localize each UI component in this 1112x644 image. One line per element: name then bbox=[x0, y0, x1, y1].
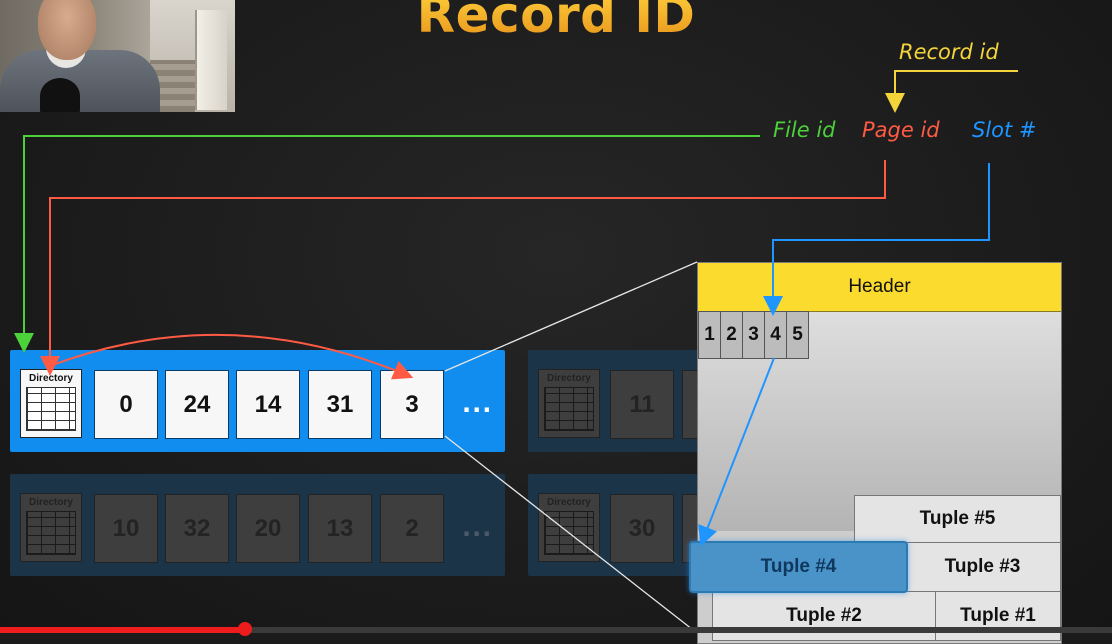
video-progress-bar[interactable] bbox=[0, 622, 1112, 636]
directory-row-active: Directory 0 24 14 31 3 ... bbox=[10, 350, 505, 452]
directory-grid bbox=[544, 511, 594, 555]
directory-icon[interactable]: Directory bbox=[20, 493, 82, 562]
more-pages-ellipsis: ... bbox=[462, 514, 493, 542]
page-cell-selected[interactable]: 3 bbox=[380, 370, 444, 439]
directory-row-dim: Directory 10 32 20 13 2 ... bbox=[10, 474, 505, 576]
page-header: Header bbox=[698, 263, 1061, 312]
directory-label: Directory bbox=[547, 373, 591, 384]
page-cell[interactable]: 11 bbox=[610, 370, 674, 439]
video-progress-fill bbox=[0, 627, 245, 633]
page-cell[interactable]: 10 bbox=[94, 494, 158, 563]
slide: Record ID Record id File id Page id Slot… bbox=[0, 0, 1112, 644]
slot-cell[interactable]: 2 bbox=[720, 311, 743, 359]
slot-cell[interactable]: 3 bbox=[742, 311, 765, 359]
directory-grid bbox=[26, 511, 76, 555]
directory-icon[interactable]: Directory bbox=[20, 369, 82, 438]
page-cell[interactable]: 24 bbox=[165, 370, 229, 439]
page-cell[interactable]: 20 bbox=[236, 494, 300, 563]
directory-icon[interactable]: Directory bbox=[538, 369, 600, 438]
file-id-label: File id bbox=[773, 118, 836, 142]
tuple-4-highlighted[interactable]: Tuple #4 bbox=[689, 541, 908, 593]
page-cell[interactable]: 0 bbox=[94, 370, 158, 439]
tuple-2[interactable]: Tuple #2 bbox=[712, 591, 936, 641]
page-cell[interactable]: 14 bbox=[236, 370, 300, 439]
slot-cell[interactable]: 1 bbox=[698, 311, 721, 359]
more-pages-ellipsis: ... bbox=[462, 390, 493, 418]
page-id-label: Page id bbox=[862, 118, 940, 142]
directory-row-dim: Directory 30 bbox=[528, 474, 714, 576]
page-cell[interactable]: 13 bbox=[308, 494, 372, 563]
slide-title: Record ID bbox=[0, 0, 1112, 44]
directory-grid bbox=[544, 387, 594, 431]
slot-cell-selected[interactable]: 4 bbox=[764, 311, 787, 359]
directory-grid bbox=[26, 387, 76, 431]
record-id-arrow bbox=[885, 70, 1018, 113]
page-cell[interactable]: 2 bbox=[380, 494, 444, 563]
file-id-arrow bbox=[14, 135, 760, 353]
page-cell[interactable]: 32 bbox=[165, 494, 229, 563]
tuple-3[interactable]: Tuple #3 bbox=[904, 542, 1061, 592]
tuple-1[interactable]: Tuple #1 bbox=[935, 591, 1061, 641]
directory-row-dim: Directory 11 bbox=[528, 350, 714, 452]
video-progress-handle[interactable] bbox=[237, 622, 252, 636]
record-id-label: Record id bbox=[899, 40, 999, 64]
slot-label: Slot # bbox=[972, 118, 1037, 142]
page-cell[interactable]: 30 bbox=[610, 494, 674, 563]
directory-label: Directory bbox=[29, 373, 73, 384]
slot-cell[interactable]: 5 bbox=[786, 311, 809, 359]
directory-label: Directory bbox=[29, 497, 73, 508]
directory-label: Directory bbox=[547, 497, 591, 508]
tuple-5[interactable]: Tuple #5 bbox=[854, 495, 1061, 543]
directory-icon[interactable]: Directory bbox=[538, 493, 600, 562]
page-cell[interactable]: 31 bbox=[308, 370, 372, 439]
microphone bbox=[40, 78, 80, 112]
